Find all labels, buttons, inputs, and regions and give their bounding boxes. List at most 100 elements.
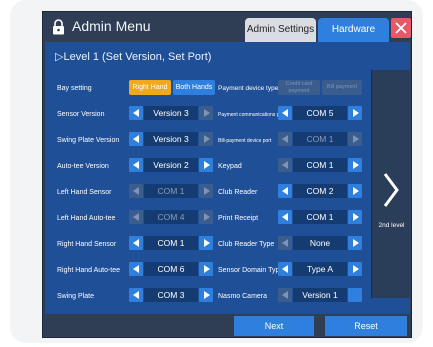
- right-hand-sensor-label: Right Hand Sensor: [57, 241, 117, 248]
- arrow-left-icon: [282, 291, 288, 299]
- close-button[interactable]: [391, 18, 411, 38]
- arrow-left-icon: [133, 213, 139, 221]
- title-bar: Admin Menu Admin Settings Hardware: [43, 12, 411, 42]
- payment-port-next-button[interactable]: [348, 106, 362, 120]
- print-receipt-label: Print Receipt: [218, 215, 259, 222]
- club-reader-type-value: None: [293, 236, 347, 250]
- print-receipt-prev-button[interactable]: [278, 210, 292, 224]
- arrow-right-icon: [353, 187, 359, 195]
- auto-tee-version-value: Version 2: [144, 158, 198, 172]
- right-hand-toggle[interactable]: Right Hand: [129, 80, 171, 95]
- right-hand-auto-tee-prev-button[interactable]: [129, 262, 143, 276]
- sensor-version-value: Version 3: [144, 106, 198, 120]
- bill-payment-port-value: COM 1: [293, 132, 347, 146]
- tab-hardware[interactable]: Hardware: [318, 18, 389, 42]
- swing-plate-value: COM 3: [144, 288, 198, 302]
- club-reader-label: Club Reader: [218, 189, 258, 196]
- print-receipt-value: COM 1: [293, 210, 347, 224]
- both-hands-toggle[interactable]: Both Hands: [173, 80, 215, 95]
- left-hand-auto-tee-prev-button[interactable]: [129, 210, 143, 224]
- sensor-domain-type-prev-button[interactable]: [278, 262, 292, 276]
- auto-tee-version-prev-button[interactable]: [129, 158, 143, 172]
- bill-payment-port-prev-button[interactable]: [278, 132, 292, 146]
- arrow-right-icon: [204, 291, 210, 299]
- arrow-left-icon: [282, 187, 288, 195]
- next-level-label: 2nd level: [378, 222, 405, 229]
- sensor-domain-type-next-button[interactable]: [348, 262, 362, 276]
- swing-plate-version-next-button[interactable]: [199, 132, 213, 146]
- next-level-panel[interactable]: 2nd level: [371, 70, 411, 298]
- level-title: ▷Level 1 (Set Version, Set Port): [55, 51, 212, 63]
- arrow-right-icon: [353, 161, 359, 169]
- bay-setting-label: Bay setting: [57, 85, 92, 92]
- swing-plate-prev-button[interactable]: [129, 288, 143, 302]
- arrow-left-icon: [133, 187, 139, 195]
- club-reader-prev-button[interactable]: [278, 184, 292, 198]
- left-hand-sensor-label: Left Hand Sensor: [57, 189, 112, 196]
- arrow-right-icon: [204, 135, 210, 143]
- auto-tee-version-next-button[interactable]: [199, 158, 213, 172]
- admin-panel: Admin Menu Admin Settings Hardware ▷Leve…: [42, 11, 412, 338]
- arrow-right-icon: [353, 265, 359, 273]
- bill-payment-port-next-button[interactable]: [348, 132, 362, 146]
- nasmo-camera-value: Version 1: [293, 288, 347, 302]
- arrow-left-icon: [282, 265, 288, 273]
- sensor-domain-type-label: Sensor Domain Type: [218, 267, 284, 274]
- arrow-left-icon: [133, 135, 139, 143]
- arrow-right-icon: [353, 213, 359, 221]
- swing-plate-version-label: Swing Plate Version: [57, 137, 120, 144]
- sensor-domain-type-value: Type A: [293, 262, 347, 276]
- tab-admin-settings[interactable]: Admin Settings: [245, 18, 316, 42]
- bill-payment-toggle[interactable]: Bill payment: [322, 80, 362, 95]
- sensor-version-next-button[interactable]: [199, 106, 213, 120]
- page-title: Admin Menu: [72, 18, 151, 34]
- club-reader-type-prev-button[interactable]: [278, 236, 292, 250]
- arrow-right-icon: [204, 213, 210, 221]
- lock-icon: [52, 19, 65, 35]
- arrow-right-icon: [353, 239, 359, 247]
- next-button[interactable]: Next: [234, 316, 314, 336]
- keypad-next-button[interactable]: [348, 158, 362, 172]
- club-reader-value: COM 2: [293, 184, 347, 198]
- nasmo-camera-next-button[interactable]: [348, 288, 362, 302]
- club-reader-next-button[interactable]: [348, 184, 362, 198]
- left-hand-auto-tee-label: Left Hand Auto-tee: [57, 215, 116, 222]
- payment-device-type-label: Payment device type: [218, 85, 279, 92]
- club-reader-type-label: Club Reader Type: [218, 241, 275, 248]
- print-receipt-next-button[interactable]: [348, 210, 362, 224]
- payment-port-prev-button[interactable]: [278, 106, 292, 120]
- left-hand-auto-tee-value: COM 4: [144, 210, 198, 224]
- left-hand-auto-tee-next-button[interactable]: [199, 210, 213, 224]
- right-hand-auto-tee-next-button[interactable]: [199, 262, 213, 276]
- credit-card-payment-toggle[interactable]: Credit card payment: [278, 80, 320, 95]
- arrow-left-icon: [133, 265, 139, 273]
- right-hand-sensor-prev-button[interactable]: [129, 236, 143, 250]
- arrow-right-icon: [353, 109, 359, 117]
- swing-plate-next-button[interactable]: [199, 288, 213, 302]
- right-hand-auto-tee-value: COM 6: [144, 262, 198, 276]
- arrow-left-icon: [133, 239, 139, 247]
- reset-button[interactable]: Reset: [325, 316, 407, 336]
- nasmo-camera-label: Nasmo Camera: [218, 293, 268, 300]
- right-hand-sensor-next-button[interactable]: [199, 236, 213, 250]
- sensor-version-prev-button[interactable]: [129, 106, 143, 120]
- swing-plate-version-value: Version 3: [144, 132, 198, 146]
- device-frame: Admin Menu Admin Settings Hardware ▷Leve…: [10, 0, 423, 343]
- nasmo-camera-prev-button[interactable]: [278, 288, 292, 302]
- arrow-right-icon: [204, 239, 210, 247]
- chevron-right-icon: [383, 173, 399, 207]
- keypad-label: Keypad: [218, 163, 242, 170]
- arrow-left-icon: [133, 161, 139, 169]
- left-hand-sensor-prev-button[interactable]: [129, 184, 143, 198]
- left-hand-sensor-next-button[interactable]: [199, 184, 213, 198]
- arrow-right-icon: [204, 109, 210, 117]
- swing-plate-label: Swing Plate: [57, 293, 94, 300]
- arrow-left-icon: [282, 109, 288, 117]
- keypad-prev-button[interactable]: [278, 158, 292, 172]
- swing-plate-version-prev-button[interactable]: [129, 132, 143, 146]
- payment-port-label: Payment communications port: [218, 112, 286, 118]
- arrow-left-icon: [282, 161, 288, 169]
- club-reader-type-next-button[interactable]: [348, 236, 362, 250]
- arrow-right-icon: [204, 187, 210, 195]
- keypad-value: COM 1: [293, 158, 347, 172]
